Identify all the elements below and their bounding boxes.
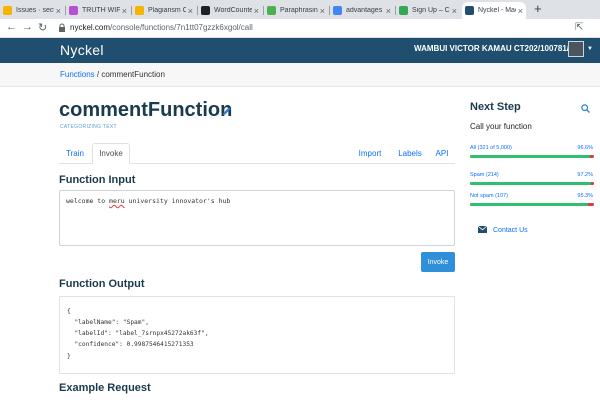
invoke-button[interactable]: Invoke [421,252,455,272]
close-icon[interactable]: × [452,6,457,16]
avatar[interactable] [568,41,584,57]
share-icon[interactable]: ⇱ [575,22,583,33]
function-input-textarea[interactable]: welcome to meru university innovator's h… [59,190,455,246]
close-icon[interactable]: × [254,6,259,16]
stat-bar-all [470,155,594,158]
tab-invoke[interactable]: Invoke [92,143,130,164]
plagiarism-icon [135,6,144,15]
function-type-label: CATEGORIZING TEXT [60,124,117,130]
breadcrumb-functions-link[interactable]: Functions [60,70,95,79]
user-name[interactable]: WAMBUI VICTOR KAMAU CT202/100781/19 [414,44,578,53]
close-icon[interactable]: × [320,6,325,16]
tab-separator [197,6,198,15]
browser-tab-label: advantages o [346,7,384,14]
next-step-title: Next Step [470,101,521,113]
wifi-icon [69,6,78,15]
stat-bar-fill [470,182,591,185]
issues-icon [3,6,12,15]
output-line: "confidence": 0.9987546415271353 [67,341,194,348]
browser-tab[interactable]: TRUTH WIFI ·× [66,2,130,19]
lock-icon [59,23,65,32]
function-tabs: Train Invoke Import Labels API [59,143,455,164]
brand-logo-text[interactable]: Nyckel [60,42,104,58]
pencil-icon[interactable] [222,106,232,116]
tab-separator [263,6,264,15]
example-request-heading: Example Request [59,382,151,394]
breadcrumb: Functions / commentFunction [60,70,165,79]
function-output-box: { "labelName": "Spam", "labelId": "label… [59,296,455,374]
wordcounter-icon [201,6,210,15]
close-icon[interactable]: × [56,6,61,16]
stat-bar-fill [470,203,589,206]
tab-separator [395,6,396,15]
browser-tab-label: Issues · secti [16,7,54,14]
browser-tab[interactable]: WordCounter × [198,2,262,19]
browser-tab[interactable]: Issues · secti × [0,2,64,19]
browser-tab-label: Paraphrasing [280,7,318,14]
address-bar-row: ← → ↻ nyckel.com/console/functions/7n1tt… [0,19,600,38]
tab-separator [131,6,132,15]
stat-label-spam[interactable]: Spam (214) [470,172,499,178]
tab-labels[interactable]: Labels [395,143,425,164]
caret-down-icon[interactable]: ▼ [587,46,593,52]
browser-tab-label: Nyckel - Mac [478,7,516,14]
next-step-subtitle: Call your function [470,122,532,131]
paraphrasing-icon [267,6,276,15]
browser-tab[interactable]: advantages o× [330,2,394,19]
browser-tab[interactable]: Sign Up – Cr × [396,2,460,19]
contact-us-link[interactable]: Contact Us [493,227,528,234]
stat-label-not-spam[interactable]: Not spam (107) [470,193,508,199]
envelope-icon[interactable] [478,226,487,233]
browser-tab-label: Sign Up – Cr [412,7,450,14]
spellcheck-flagged-word: meru [109,197,125,205]
browser-tab[interactable]: Paraphrasing × [264,2,328,19]
output-line: { [67,308,71,315]
output-line: "labelName": "Spam", [67,319,149,326]
output-line: "labelId": "label_7srnpx45272ak63f", [67,330,209,337]
input-text: welcome to meru university innovator's h… [66,197,231,205]
address-bar-url[interactable]: nyckel.com/console/functions/7n1tt07gzzk… [70,23,253,32]
output-line: } [67,353,71,360]
google-icon [333,6,342,15]
stat-bar-spam [470,182,594,185]
stat-percent-all: 96.6% [577,145,593,151]
search-icon[interactable] [581,104,590,113]
forward-icon[interactable]: → [22,21,33,33]
new-tab-icon[interactable]: + [534,1,542,16]
stat-label-all[interactable]: All (321 of 5,000) [470,145,512,151]
stat-bar-fill [470,155,590,158]
tab-separator [329,6,330,15]
browser-tab-label: Plagiarism Ch [148,7,186,14]
browser-tab-strip: Issues · secti×TRUTH WIFI ·×Plagiarism C… [0,0,600,19]
close-icon[interactable]: × [386,6,391,16]
close-icon[interactable]: × [188,6,193,16]
stat-percent-spam: 97.2% [577,172,593,178]
function-output-heading: Function Output [59,278,145,290]
function-input-heading: Function Input [59,174,136,186]
nyckel-icon [465,6,474,15]
tab-separator [65,6,66,15]
page-title: commentFunction [59,99,233,121]
tab-api[interactable]: API [431,143,453,164]
tab-train[interactable]: Train [59,143,91,164]
breadcrumb-bar: Functions / commentFunction [0,63,600,87]
close-icon[interactable]: × [122,6,127,16]
browser-tab[interactable]: Plagiarism Ch× [132,2,196,19]
reload-icon[interactable]: ↻ [38,21,47,34]
browser-tab-label: TRUTH WIFI · [82,7,120,14]
stat-percent-not-spam: 95.3% [577,193,593,199]
stat-bar-not-spam [470,203,594,206]
back-icon[interactable]: ← [6,21,17,33]
browser-tab-label: WordCounter [214,7,252,14]
tab-import[interactable]: Import [355,143,385,164]
app-navbar: Nyckel WAMBUI VICTOR KAMAU CT202/100781/… [0,38,600,63]
browser-tab[interactable]: Nyckel - Mac × [462,2,526,19]
close-icon[interactable]: × [518,6,523,16]
breadcrumb-current: commentFunction [101,70,165,79]
signup-icon [399,6,408,15]
